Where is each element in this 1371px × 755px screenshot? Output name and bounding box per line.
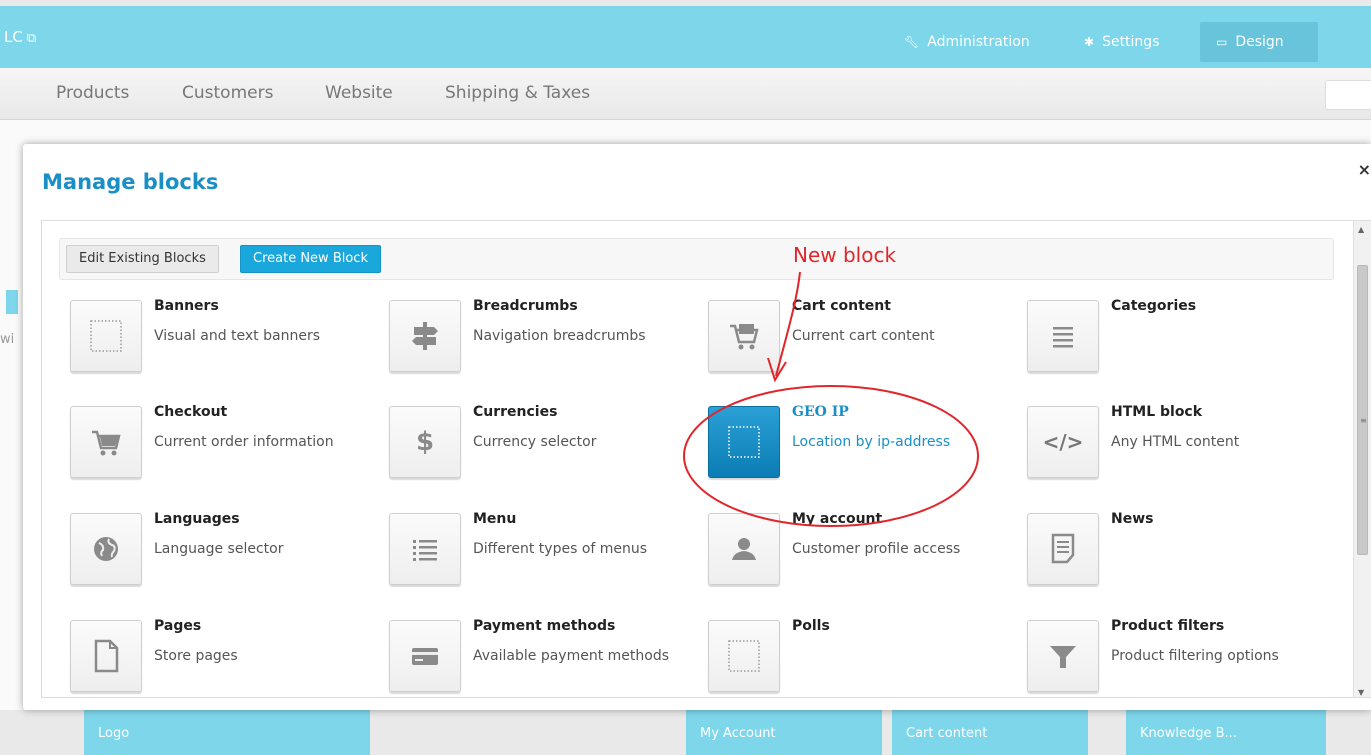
bullet-list-icon [389,513,461,585]
subnav-shipping-taxes[interactable]: Shipping & Taxes [445,83,590,103]
user-icon [708,513,780,585]
block-categories[interactable]: Categories [1027,298,1327,400]
subnav-customers[interactable]: Customers [182,83,273,103]
block-name: My account [792,511,883,527]
block-my-account[interactable]: My account Customer profile access [708,511,1008,613]
block-payment-methods[interactable]: Payment methods Available payment method… [389,618,689,697]
secondary-nav: Products Customers Website Shipping & Ta… [0,68,1371,120]
block-desc: Available payment methods [473,648,669,664]
block-name: Categories [1111,298,1197,314]
topnav-administration[interactable]: 🔧︎ Administration [888,22,1046,62]
scroll-down-arrow-icon[interactable]: ▼ [1358,688,1364,697]
block-name: Currencies [473,404,558,420]
dialog-title: Manage blocks [42,170,219,194]
subnav-products[interactable]: Products [56,83,129,103]
block-desc: Different types of menus [473,541,648,557]
block-name: Cart content [792,298,891,314]
block-tabs: Edit Existing Blocks Create New Block [59,238,1334,280]
block-news[interactable]: News [1027,511,1327,613]
block-desc: Customer profile access [792,541,961,557]
background-partial-text: wi [0,332,15,347]
block-banners[interactable]: Banners Visual and text banners [70,298,370,400]
block-pages[interactable]: Pages Store pages [70,618,370,697]
block-name: Product filters [1111,618,1225,634]
background-block-my-account: My Account [686,708,882,755]
block-breadcrumbs[interactable]: Breadcrumbs Navigation breadcrumbs [389,298,689,400]
block-name: Menu [473,511,517,527]
filter-icon [1027,620,1099,692]
dollar-icon: $ [389,406,461,478]
block-name: Payment methods [473,618,616,634]
block-desc: Product filtering options [1111,648,1279,664]
block-name: News [1111,511,1154,527]
block-currencies[interactable]: $ Currencies Currency selector [389,404,689,506]
scroll-up-arrow-icon[interactable]: ▲ [1358,225,1364,234]
external-link-icon: ⧉ [26,31,37,46]
block-name: Checkout [154,404,228,420]
subnav-website[interactable]: Website [325,83,393,103]
topnav-design[interactable]: ▭ Design [1200,22,1318,62]
block-name: Pages [154,618,202,634]
dotted-square-icon [708,406,780,478]
cart-icon [70,406,142,478]
store-link[interactable]: LC ⧉ [4,28,36,46]
topnav-administration-label: Administration [927,34,1030,50]
topnav-design-label: Design [1235,34,1284,50]
wrench-icon: 🔧︎ [904,35,920,49]
background-block-knowledge: Knowledge B... [1126,708,1326,755]
manage-blocks-dialog: Manage blocks × Edit Existing Blocks Cre… [23,144,1371,710]
grip-icon: ≡ [1360,416,1367,425]
dotted-square-icon [70,300,142,372]
topnav-settings-label: Settings [1102,34,1160,50]
top-bar: LC ⧉ 🔧︎ Administration ✱ Settings ▭ Design [0,6,1371,68]
document-icon [1027,513,1099,585]
block-product-filters[interactable]: Product filters Product filtering option… [1027,618,1327,697]
block-name: Banners [154,298,219,314]
block-html-block[interactable]: </> HTML block Any HTML content [1027,404,1327,506]
list-icon [1027,300,1099,372]
background-tab [6,290,18,314]
credit-card-icon [389,620,461,692]
block-desc: Visual and text banners [154,328,320,344]
block-desc: Location by ip-address [792,434,951,450]
block-desc: Store pages [154,648,238,664]
block-desc: Navigation breadcrumbs [473,328,646,344]
block-desc: Current order information [154,434,334,450]
block-desc: Any HTML content [1111,434,1240,450]
background-block-cart-content: Cart content [892,708,1088,755]
store-name: LC [4,28,23,46]
block-geo-ip[interactable]: GEO IP Location by ip-address [708,404,1008,506]
tab-edit-existing-blocks[interactable]: Edit Existing Blocks [66,245,219,273]
dialog-scrollbar[interactable]: ▲ ≡ ▼ [1353,221,1371,697]
cart-full-icon [708,300,780,372]
dialog-body: Edit Existing Blocks Create New Block Ba… [41,220,1371,698]
block-desc: Current cart content [792,328,935,344]
close-icon[interactable]: × [1358,160,1371,179]
block-name: Languages [154,511,240,527]
monitor-icon: ▭ [1216,35,1228,49]
topnav-settings[interactable]: ✱ Settings [1068,22,1175,62]
block-name: Polls [792,618,830,634]
block-name: GEO IP [792,404,849,420]
block-menu[interactable]: Menu Different types of menus [389,511,689,613]
tab-create-new-block[interactable]: Create New Block [240,245,381,273]
gear-icon: ✱ [1084,35,1095,49]
page-icon [70,620,142,692]
background-block-logo: Logo [84,708,370,755]
block-desc: Currency selector [473,434,597,450]
dotted-square-icon [708,620,780,692]
scroll-thumb[interactable]: ≡ [1357,265,1368,555]
annotation-label: New block [793,243,897,267]
block-desc: Language selector [154,541,284,557]
block-cart-content[interactable]: Cart content Current cart content [708,298,1008,400]
search-input[interactable] [1325,80,1371,110]
block-checkout[interactable]: Checkout Current order information [70,404,370,506]
globe-icon [70,513,142,585]
block-name: HTML block [1111,404,1203,420]
code-icon: </> [1027,406,1099,478]
block-languages[interactable]: Languages Language selector [70,511,370,613]
block-name: Breadcrumbs [473,298,578,314]
signpost-icon [389,300,461,372]
block-polls[interactable]: Polls [708,618,1008,697]
